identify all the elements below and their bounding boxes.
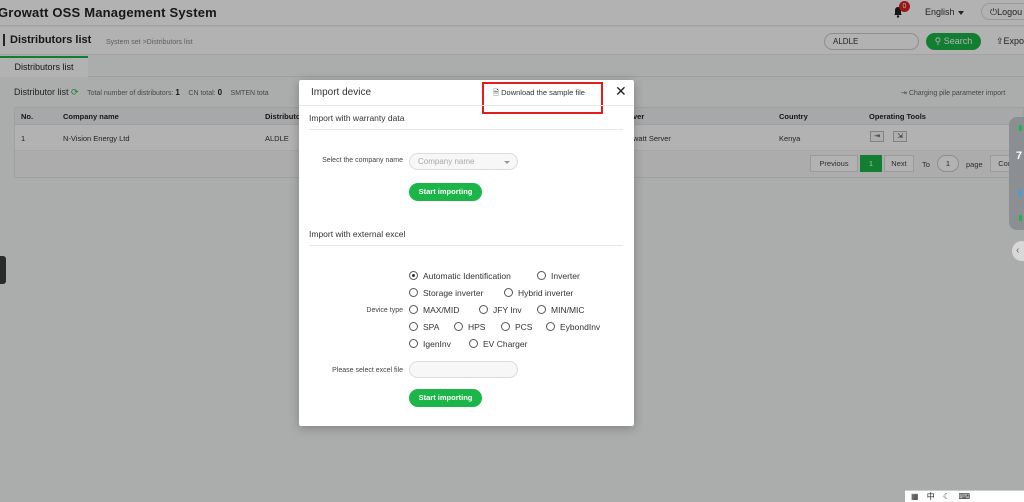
radio-label: EybondInv [560, 322, 601, 332]
ime-language-label[interactable]: 中 [927, 491, 935, 502]
radio-eybondinv[interactable]: EybondInv [546, 322, 600, 332]
start-importing-button-excel[interactable]: Start importing [409, 389, 482, 407]
radio-label: IgenInv [423, 339, 451, 349]
import-device-dialog: Import device 🗎 Download the sample file… [299, 80, 634, 426]
radio-label: MAX/MID [423, 305, 460, 315]
radio-indicator [409, 322, 418, 331]
side-status-dot [1019, 215, 1022, 221]
start-importing-button-warranty[interactable]: Start importing [409, 183, 482, 201]
dialog-title: Import device [311, 87, 372, 98]
section-divider [309, 245, 623, 246]
radio-indicator [409, 288, 418, 297]
ime-moon-icon[interactable]: ☾ [943, 491, 950, 502]
side-float-panel[interactable] [1009, 117, 1024, 230]
radio-hybrid-inverter[interactable]: Hybrid inverter [504, 288, 573, 298]
side-panel-number: 7 [1016, 150, 1023, 162]
radio-indicator [537, 305, 546, 314]
radio-indicator [479, 305, 488, 314]
radio-label: SPA [423, 322, 440, 332]
close-icon[interactable]: ✕ [615, 83, 627, 100]
radio-indicator [409, 339, 418, 348]
radio-indicator [504, 288, 513, 297]
radio-label: HPS [468, 322, 486, 332]
radio-ev-charger[interactable]: EV Charger [469, 339, 527, 349]
side-status-dot [1019, 125, 1022, 131]
company-name-select[interactable]: Company name [409, 153, 518, 170]
radio-max-mid[interactable]: MAX/MID [409, 305, 459, 315]
radio-label: Automatic Identification [423, 271, 511, 281]
device-type-label: Device type [366, 307, 403, 314]
radio-label: Hybrid inverter [518, 288, 574, 298]
radio-storage-inverter[interactable]: Storage inverter [409, 288, 483, 298]
section-excel-title: Import with external excel [309, 229, 406, 239]
excel-file-label: Please select excel file [332, 367, 403, 374]
radio-label: PCS [515, 322, 533, 332]
radio-label: Storage inverter [423, 288, 484, 298]
radio-label: EV Charger [483, 339, 528, 349]
dialog-divider [299, 105, 634, 106]
ime-toolbar: ▦ 中 ☾ ⌨ [905, 490, 1024, 502]
radio-pcs[interactable]: PCS [501, 322, 532, 332]
ime-grid-icon[interactable]: ▦ [911, 491, 919, 502]
radio-igeninv[interactable]: IgenInv [409, 339, 451, 349]
excel-file-input[interactable] [409, 361, 518, 378]
radio-indicator [454, 322, 463, 331]
radio-min-mic[interactable]: MIN/MIC [537, 305, 585, 315]
radio-indicator [409, 305, 418, 314]
radio-selected-indicator [409, 271, 418, 280]
chevron-down-icon [504, 161, 510, 164]
radio-indicator [537, 271, 546, 280]
radio-hps[interactable]: HPS [454, 322, 485, 332]
radio-indicator [501, 322, 510, 331]
radio-jfy-inv[interactable]: JFY Inv [479, 305, 522, 315]
radio-inverter[interactable]: Inverter [537, 271, 580, 281]
radio-automatic-identification[interactable]: Automatic Identification [409, 271, 511, 281]
section-warranty-title: Import with warranty data [309, 113, 405, 123]
radio-label: JFY Inv [493, 305, 522, 315]
side-status-dot [1019, 190, 1022, 196]
radio-spa[interactable]: SPA [409, 322, 439, 332]
highlight-box [482, 82, 603, 114]
company-name-label: Select the company name [322, 157, 403, 164]
section-divider [309, 129, 623, 130]
radio-indicator [469, 339, 478, 348]
radio-label: MIN/MIC [551, 305, 585, 315]
company-name-placeholder: Company name [418, 157, 475, 166]
radio-indicator [546, 322, 555, 331]
ime-keyboard-icon[interactable]: ⌨ [958, 491, 970, 502]
sidebar-toggle-handle[interactable] [0, 256, 6, 284]
radio-label: Inverter [551, 271, 580, 281]
